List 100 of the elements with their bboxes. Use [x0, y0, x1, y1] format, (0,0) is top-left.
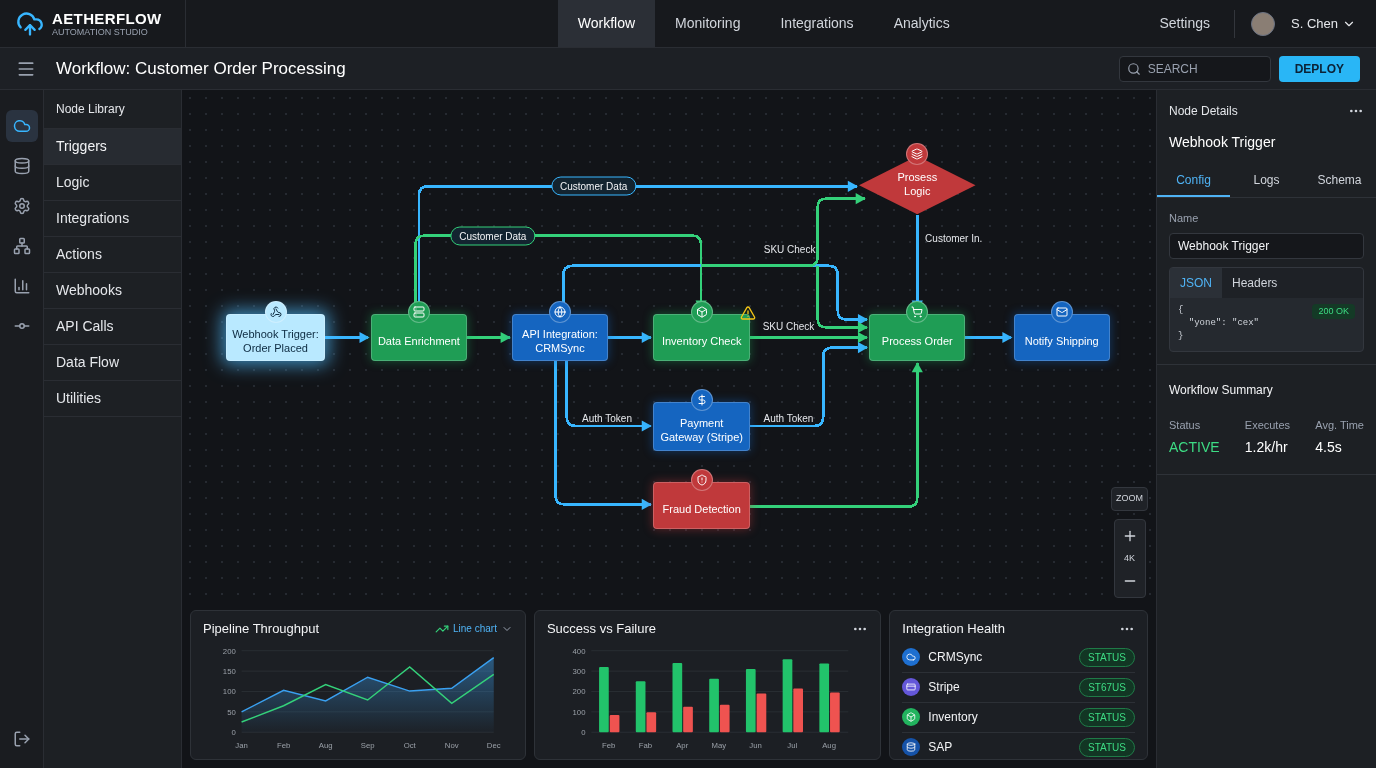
stat-label: Executes — [1244, 417, 1291, 433]
cloud-logo-icon — [16, 9, 44, 38]
y-tick-label: 200 — [222, 646, 236, 656]
logout-icon[interactable] — [12, 730, 31, 748]
edge-label: Auth Token — [763, 411, 814, 426]
card-title: Success vs Failure — [546, 620, 657, 638]
code-line: } — [1178, 329, 1185, 343]
workflow-node[interactable]: Notify Shipping — [1013, 314, 1110, 362]
library-item[interactable]: Actions — [44, 237, 181, 273]
x-tick-label: Aug — [822, 740, 836, 750]
brand-tagline: AUTOMATION STUDIO — [52, 27, 149, 37]
zoom-level: 4K — [1124, 551, 1135, 565]
library-item[interactable]: Data Flow — [44, 345, 181, 381]
x-tick-label: Sep — [360, 740, 375, 750]
dollar-icon — [690, 389, 713, 412]
shield-icon — [690, 469, 713, 491]
search-field[interactable]: SEARCH — [1118, 55, 1271, 82]
x-tick-label: Apr — [676, 740, 689, 750]
workflow-node[interactable]: Fraud Detection — [652, 482, 751, 530]
edge-label: Auth Token — [582, 411, 632, 426]
response-badge: 200 OK — [1312, 303, 1355, 319]
zoom-label: ZOOM — [1111, 487, 1148, 511]
cart-icon — [906, 301, 929, 323]
y-tick-label: 100 — [572, 707, 586, 717]
status-badge: STATUS — [1079, 707, 1135, 727]
stat-label: Avg. Time — [1315, 417, 1364, 433]
brand-name: AETHERFLOW — [52, 10, 162, 26]
status-badge: STATUS — [1079, 647, 1135, 667]
y-tick-label: 0 — [231, 727, 236, 737]
y-tick-label: 100 — [222, 686, 236, 696]
detail-tab[interactable]: Logs — [1230, 165, 1303, 197]
x-tick-label: Feb — [276, 740, 291, 750]
y-tick-label: 300 — [572, 666, 586, 676]
name-field[interactable]: Webhook Trigger — [1169, 232, 1364, 259]
server-icon — [407, 301, 430, 323]
edge-label: Customer Data — [450, 226, 536, 246]
edge-label: Customer In. — [925, 231, 983, 246]
nav-tab[interactable]: Analytics — [873, 0, 970, 47]
chart-type-dropdown[interactable]: Line chart — [435, 621, 513, 637]
detail-tab[interactable]: Config — [1157, 165, 1230, 197]
y-tick-label: 150 — [222, 666, 236, 676]
code-line: { — [1178, 303, 1185, 317]
box-icon — [690, 301, 713, 323]
x-tick-label: May — [711, 740, 727, 750]
library-item[interactable]: Logic — [44, 165, 181, 201]
library-item[interactable]: Webhooks — [44, 273, 181, 309]
panel-title: Node Details — [1169, 103, 1238, 120]
stat-value: ACTIVE — [1169, 438, 1220, 457]
code-line: "yone": "cex" — [1187, 316, 1259, 330]
status-badge: STATUS — [1079, 737, 1135, 757]
integration-name: Stripe — [928, 679, 960, 696]
x-tick-label: Nov — [444, 740, 459, 750]
section-title: Workflow Summary — [1169, 382, 1273, 397]
user-avatar[interactable] — [1251, 11, 1275, 36]
x-tick-label: Dec — [486, 740, 501, 750]
y-tick-label: 400 — [572, 646, 586, 656]
nav-tab[interactable]: Workflow — [557, 0, 656, 47]
workflow-node[interactable]: API Integration: CRMSync — [511, 314, 609, 362]
x-tick-label: Feb — [602, 740, 616, 750]
y-tick-label: 50 — [227, 707, 236, 717]
status-badge: ST67US — [1079, 677, 1135, 697]
code-tab[interactable]: Headers — [1222, 267, 1288, 298]
integration-name: SAP — [928, 739, 953, 756]
webhook-icon — [264, 301, 287, 323]
library-item[interactable]: Utilities — [44, 381, 181, 417]
y-tick-label: 0 — [581, 727, 586, 737]
workflow-node[interactable]: Webhook Trigger: Order Placed — [226, 314, 325, 362]
user-menu[interactable]: S. Chen — [1291, 13, 1356, 34]
edge-label: Customer Data — [550, 176, 637, 196]
workflow-node[interactable]: Payment Gateway (Stripe) — [652, 402, 751, 451]
x-tick-label: Oct — [403, 740, 416, 750]
y-tick-label: 200 — [572, 686, 586, 696]
deploy-button[interactable]: DEPLOY — [1278, 55, 1360, 82]
nav-tab[interactable]: Integrations — [760, 0, 874, 47]
settings-link[interactable]: Settings — [1151, 13, 1218, 34]
x-tick-label: Aug — [318, 740, 333, 750]
x-tick-label: Fab — [638, 740, 653, 750]
edge-label: SKU Check — [763, 242, 816, 257]
library-item[interactable]: API Calls — [44, 309, 181, 345]
library-item[interactable]: Triggers — [44, 129, 181, 165]
integration-name: CRMSync — [928, 649, 983, 666]
stat-value: 4.5s — [1315, 438, 1343, 457]
node-name: Webhook Trigger — [1168, 133, 1277, 152]
nav-tab[interactable]: Monitoring — [655, 0, 761, 47]
globe-icon — [549, 301, 571, 323]
card-title: Pipeline Throughput — [203, 620, 320, 638]
detail-tab[interactable]: Schema — [1303, 165, 1376, 197]
x-tick-label: Jan — [235, 740, 248, 750]
search-icon — [1126, 61, 1141, 76]
code-tab[interactable]: JSON — [1170, 267, 1222, 298]
mail-icon — [1050, 301, 1073, 323]
field-label: Name — [1168, 211, 1200, 226]
card-title: Integration Health — [902, 620, 1005, 638]
library-item[interactable]: Integrations — [44, 201, 181, 237]
edge-label: SKU Check — [762, 319, 815, 334]
stat-value: 1.2k/hr — [1244, 438, 1289, 457]
x-tick-label: Jul — [787, 740, 798, 750]
cloud-icon[interactable] — [5, 110, 38, 142]
layers-icon — [906, 143, 929, 166]
integration-name: Inventory — [928, 709, 978, 726]
